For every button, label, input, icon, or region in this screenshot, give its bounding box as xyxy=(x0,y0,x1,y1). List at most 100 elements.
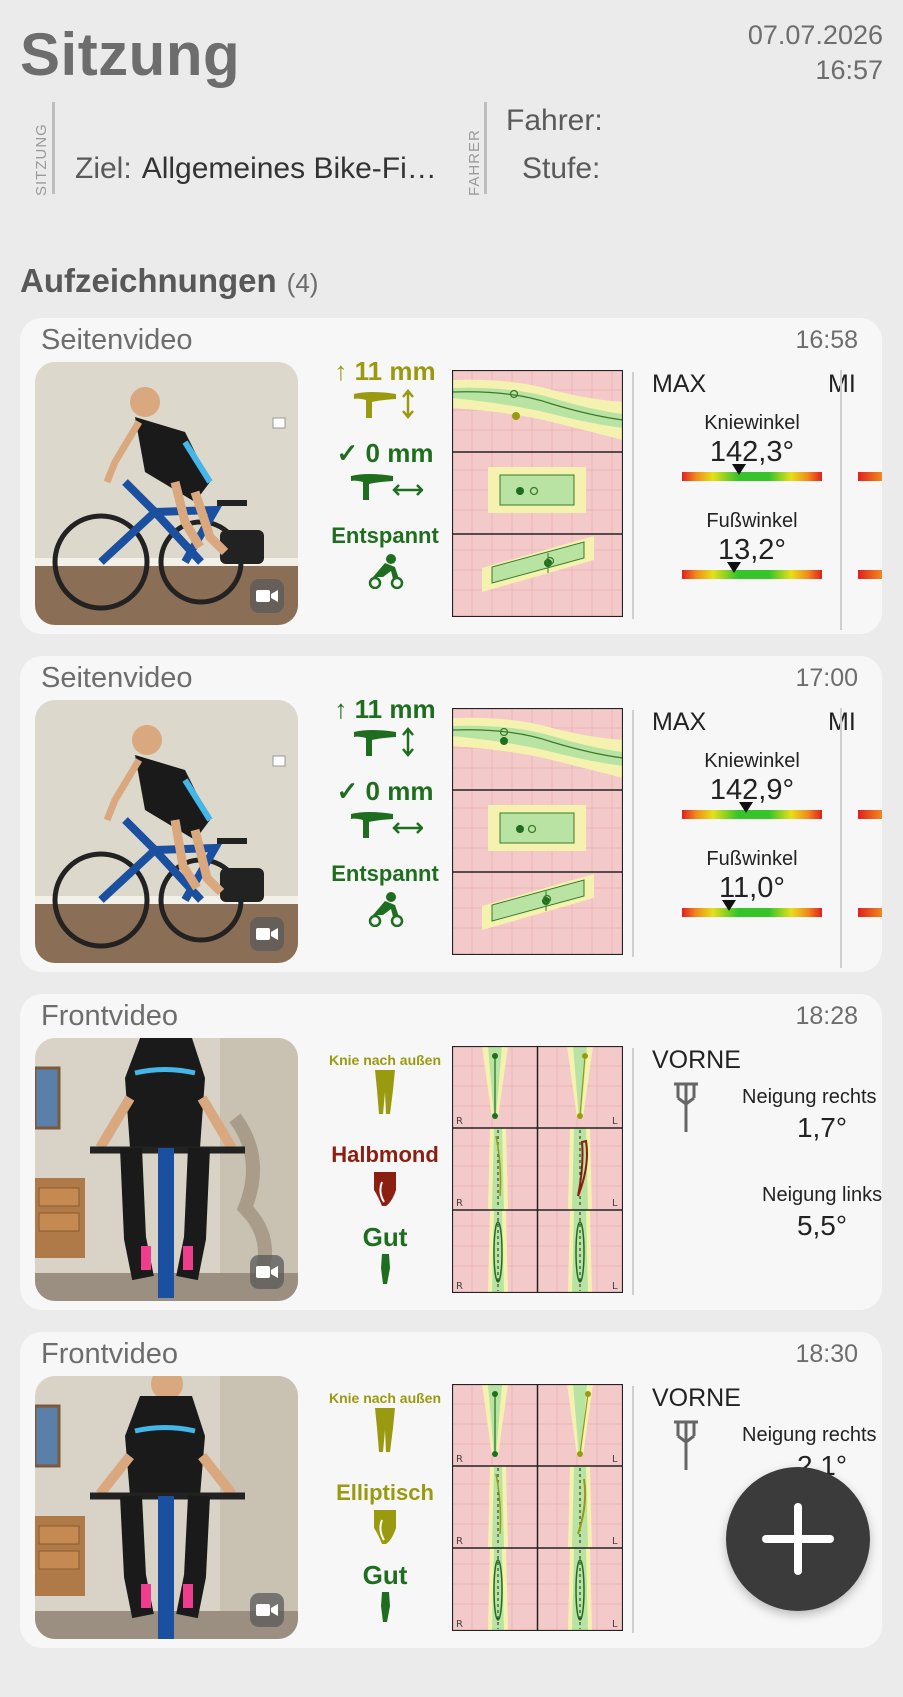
saddle-height-value: ↑ 11 mm xyxy=(334,694,436,724)
saddle-setback-metric: ✓ 0 mm xyxy=(310,776,460,840)
recordings-heading: Aufzeichnungen (4) xyxy=(20,262,318,300)
saddle-height-metric: ↑ 11 mm xyxy=(310,694,460,758)
saddle-height-value: ↑ 11 mm xyxy=(334,356,436,386)
knee-angle-marker xyxy=(732,464,746,475)
knee-angle-label: Kniewinkel xyxy=(704,750,800,772)
angle-stats: MAX MI Kniewinkel 142,3° Fußwinkel 13,2° xyxy=(652,370,882,630)
video-thumbnail[interactable] xyxy=(35,700,298,963)
recording-time: 18:28 xyxy=(795,1002,858,1030)
foot-angle-label: Fußwinkel xyxy=(706,848,798,870)
level-label: Stufe: xyxy=(522,152,601,185)
knee-angle-marker xyxy=(739,802,753,813)
stats-max-header: MAX xyxy=(652,370,707,398)
session-divider xyxy=(52,102,55,194)
left-side-label: L xyxy=(612,1116,618,1127)
tilt-stats: VORNE Neigung rechts 1,7° Neigung links … xyxy=(652,1046,882,1306)
video-camera-icon xyxy=(250,579,284,613)
video-thumbnail[interactable] xyxy=(35,1376,298,1639)
saddle-height-metric: ↑ 11 mm xyxy=(310,356,460,420)
right-side-label: R xyxy=(456,1619,463,1630)
side-fit-diagram xyxy=(452,708,623,955)
session-time: 16:57 xyxy=(815,55,883,85)
stats-divider xyxy=(632,1048,634,1295)
left-side-label: L xyxy=(612,1198,618,1209)
recording-time: 16:58 xyxy=(795,326,858,354)
session-datetime: 07.07.2026 16:57 xyxy=(748,18,883,88)
rider-divider xyxy=(484,102,487,194)
add-recording-button[interactable] xyxy=(726,1467,870,1611)
right-side-label: R xyxy=(456,1454,463,1465)
session-date: 07.07.2026 xyxy=(747,20,883,50)
foot-path-value: Elliptisch xyxy=(336,1480,434,1505)
stats-max-header: MAX xyxy=(652,708,707,736)
min-gauge-stub xyxy=(858,570,882,579)
saddle-setback-value: ✓ 0 mm xyxy=(336,438,434,468)
leg-icon xyxy=(375,1070,395,1114)
leg-icon xyxy=(374,1172,396,1206)
side-fit-diagram xyxy=(452,370,623,617)
front-fit-diagram: R L R L R L xyxy=(452,1384,623,1631)
posture-value: Entspannt xyxy=(331,523,439,548)
foot-angle-marker xyxy=(722,900,736,911)
recordings-title: Aufzeichnungen xyxy=(20,262,277,299)
rider-posture-icon xyxy=(368,892,404,927)
left-side-label: L xyxy=(612,1536,618,1547)
session-section-label: SITZUNG xyxy=(33,123,50,196)
leg-icon xyxy=(381,1592,390,1622)
saddle-height-icon xyxy=(354,389,414,419)
rider-posture-icon xyxy=(368,554,404,589)
min-gauge-stub xyxy=(858,810,882,819)
alignment-metric: Gut xyxy=(310,1222,460,1284)
saddle-setback-icon xyxy=(351,474,423,500)
video-camera-icon xyxy=(250,1255,284,1289)
leg-icon xyxy=(375,1408,395,1452)
recording-time: 17:00 xyxy=(795,664,858,692)
foot-path-value: Halbmond xyxy=(331,1142,439,1167)
video-thumbnail[interactable] xyxy=(35,1038,298,1301)
foot-path-metric: Elliptisch xyxy=(310,1478,460,1546)
posture-metric: Entspannt xyxy=(310,521,460,589)
foot-angle-value: 13,2° xyxy=(717,534,787,566)
knee-tracking-value: Knie nach außen xyxy=(328,1390,442,1406)
video-thumbnail[interactable] xyxy=(35,362,298,625)
leg-icon xyxy=(381,1254,390,1284)
recording-type: Seitenvideo xyxy=(41,324,193,356)
foot-angle-gauge xyxy=(682,570,822,579)
session-header: Sitzung 07.07.2026 16:57 SITZUNG Ziel: Al… xyxy=(0,0,903,240)
tilt-right-label: Neigung rechts xyxy=(742,1424,877,1446)
saddle-setback-value: ✓ 0 mm xyxy=(336,776,434,806)
foot-angle-gauge xyxy=(682,908,822,917)
tilt-left-value: 5,5° xyxy=(796,1210,848,1241)
goal-field[interactable]: Ziel: Allgemeines Bike-Fi… xyxy=(75,152,437,186)
stats-column-divider xyxy=(840,370,842,630)
saddle-setback-metric: ✓ 0 mm xyxy=(310,438,460,502)
stats-divider xyxy=(632,1386,634,1633)
level-field[interactable]: Stufe: xyxy=(522,152,610,186)
recording-type: Seitenvideo xyxy=(41,662,193,694)
right-side-label: R xyxy=(456,1281,463,1292)
leg-icon xyxy=(374,1510,396,1544)
rider-field[interactable]: Fahrer: xyxy=(506,104,613,138)
min-gauge-stub xyxy=(858,472,882,481)
left-side-label: L xyxy=(612,1281,618,1292)
knee-angle-gauge xyxy=(682,472,822,481)
tilt-left-label: Neigung links xyxy=(762,1184,882,1206)
recording-card[interactable]: Seitenvideo 17:00 ↑ 11 mm ✓ 0 mm Entspan… xyxy=(20,656,882,972)
tilt-right-value: 1,7° xyxy=(796,1112,848,1143)
knee-angle-label: Kniewinkel xyxy=(704,412,800,434)
recording-card[interactable]: Seitenvideo 16:58 ↑ 11 mm ✓ 0 mm Entspan… xyxy=(20,318,882,634)
stats-divider xyxy=(632,372,634,619)
alignment-value: Gut xyxy=(362,1560,408,1590)
foot-angle-label: Fußwinkel xyxy=(706,510,798,532)
foot-path-metric: Halbmond xyxy=(310,1140,460,1208)
left-side-label: L xyxy=(612,1454,618,1465)
knee-tracking-metric: Knie nach außen xyxy=(310,1052,460,1116)
knee-angle-value: 142,3° xyxy=(709,436,795,468)
posture-metric: Entspannt xyxy=(310,859,460,927)
recording-card[interactable]: Frontvideo 18:28 Knie nach außen Halbmon… xyxy=(20,994,882,1310)
stats-column-divider xyxy=(840,708,842,968)
stats-divider xyxy=(632,710,634,957)
foot-angle-value: 11,0° xyxy=(719,872,785,904)
fork-icon xyxy=(674,1420,698,1470)
goal-label: Ziel: xyxy=(75,152,132,185)
